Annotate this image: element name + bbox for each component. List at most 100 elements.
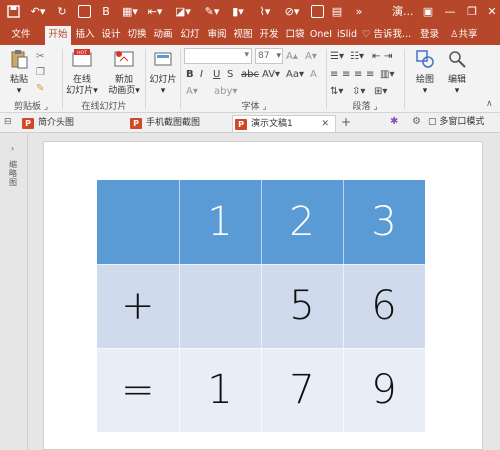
draw-button[interactable]: 绘图 ▾ (408, 49, 442, 97)
highlight-icon[interactable]: aby▾ (214, 85, 237, 98)
tab-transitions[interactable]: 切换 (125, 26, 149, 43)
expand-icon[interactable]: › (11, 144, 14, 153)
slide-table[interactable]: 1 2 3 + 5 6 = 1 7 9 (97, 180, 426, 433)
format-painter-icon[interactable]: ✎ (36, 83, 49, 94)
restore-icon[interactable]: ❐ (462, 2, 482, 21)
underline-icon[interactable]: U (213, 68, 220, 81)
minimize-icon[interactable]: — (440, 2, 460, 21)
more-icon[interactable]: » (352, 3, 366, 20)
tab-pocket[interactable]: 口袋 (283, 26, 307, 43)
online-slide-button[interactable]: HOT 在线 幻灯片▾ (64, 49, 100, 97)
settings-icon[interactable]: ⚙ (412, 116, 425, 127)
fill-icon[interactable]: ◪▾ (172, 3, 194, 20)
bullets-icon[interactable]: ☰▾ (330, 50, 344, 63)
tab-insert[interactable]: 插入 (73, 26, 97, 43)
multi-window-toggle[interactable]: ▢ 多窗口模式 (428, 116, 484, 129)
tab-developer[interactable]: 开发 (257, 26, 281, 43)
align-icon[interactable]: ⇤▾ (145, 3, 165, 20)
layout-icon[interactable]: ▤ (330, 3, 344, 20)
tab-file[interactable]: 文件 (8, 26, 34, 43)
save-icon[interactable] (6, 3, 20, 20)
table-row: = 1 7 9 (97, 348, 426, 433)
table-cell[interactable]: 1 (179, 180, 262, 265)
copy-icon[interactable]: ❐ (36, 67, 49, 78)
font-color-icon[interactable]: A▾ (186, 85, 198, 98)
slides-button[interactable]: 幻灯片 ▾ (148, 49, 178, 97)
tab-slideshow[interactable]: 幻灯片 (177, 26, 203, 57)
strikethrough-icon[interactable]: abc (241, 68, 259, 81)
justify-icon[interactable]: ≡ (366, 68, 374, 81)
shape-icon[interactable]: ▮▾ (228, 3, 248, 20)
redo-icon[interactable]: ↻ (55, 3, 69, 20)
table-cell[interactable]: 1 (179, 348, 262, 433)
align-left-icon[interactable]: ≡ (330, 68, 338, 81)
tab-review[interactable]: 审阅 (205, 26, 229, 43)
font-size-combo[interactable]: 87 ▾ (255, 48, 283, 64)
bold-icon[interactable]: B (186, 68, 194, 81)
grow-font-icon[interactable]: A▴ (286, 50, 298, 63)
table-cell[interactable]: + (97, 264, 180, 349)
align-right-icon[interactable]: ≡ (354, 68, 362, 81)
tab-list-icon[interactable]: ⊟ (4, 117, 17, 128)
slide-canvas[interactable]: 1 2 3 + 5 6 = 1 7 9 (43, 141, 483, 450)
picture-icon[interactable] (310, 3, 324, 20)
text-direction-icon[interactable]: ⇅▾ (330, 85, 343, 98)
font-name-combo[interactable]: ▾ (184, 48, 252, 64)
clear-format-icon[interactable]: A (310, 68, 317, 81)
numbering-icon[interactable]: ☷▾ (350, 50, 364, 63)
table-cell[interactable]: 3 (343, 180, 426, 265)
format-icon[interactable]: B (97, 3, 115, 20)
login-button[interactable]: 登录 (420, 26, 439, 43)
tab-design[interactable]: 设计 (99, 26, 123, 43)
table-cell[interactable] (97, 180, 180, 265)
table-cell[interactable]: 5 (261, 264, 344, 349)
start-from-beginning-icon[interactable] (77, 3, 91, 20)
shrink-font-icon[interactable]: A▾ (305, 50, 317, 63)
indent-icon[interactable]: ⇤ (372, 50, 380, 63)
tab-islide[interactable]: iSlid (335, 26, 359, 43)
new-tab-icon[interactable]: + (341, 115, 354, 129)
tab-animations[interactable]: 动画 (151, 26, 175, 43)
tell-me-box[interactable]: ♡ 告诉我... (362, 26, 411, 43)
close-tab-icon[interactable]: ✕ (321, 116, 329, 133)
align-text-icon[interactable]: ⇳▾ (352, 85, 365, 98)
brush-icon[interactable]: ⌇▾ (255, 3, 275, 20)
table-row: + 5 6 (97, 264, 426, 349)
doc-tab[interactable]: P 简介头图 (20, 115, 120, 132)
italic-icon[interactable]: I (200, 68, 203, 81)
collapse-ribbon-icon[interactable]: ∧ (486, 99, 499, 110)
shadow-icon[interactable]: S (227, 68, 233, 81)
table-cell[interactable]: 6 (343, 264, 426, 349)
cut-icon[interactable]: ✂ (36, 51, 49, 62)
table-cell[interactable]: 2 (261, 180, 344, 265)
paint-icon[interactable]: ✎▾ (202, 3, 222, 20)
share-button[interactable]: ♙共享 (448, 25, 478, 44)
table-cell[interactable] (179, 264, 262, 349)
find-icon (449, 51, 466, 68)
table-cell[interactable]: = (97, 348, 180, 433)
close-icon[interactable]: ✕ (482, 2, 500, 21)
columns-icon[interactable]: ▥▾ (380, 68, 394, 81)
align-center-icon[interactable]: ≡ (342, 68, 350, 81)
table-icon[interactable]: ▦▾ (120, 3, 140, 20)
paste-button[interactable]: 粘贴 ▾ (6, 49, 32, 97)
tab-onenote[interactable]: OneI (309, 26, 333, 43)
tab-view[interactable]: 视图 (231, 26, 255, 43)
plugin-icon[interactable]: ✱ (390, 116, 403, 127)
table-cell[interactable]: 7 (261, 348, 344, 433)
change-case-icon[interactable]: Aa▾ (286, 68, 304, 81)
ribbon-display-icon[interactable]: ▣ (418, 2, 438, 21)
outdent-icon[interactable]: ⇥ (384, 50, 392, 63)
thumbnail-pane[interactable]: › 缩略图 (0, 134, 28, 450)
table-cell[interactable]: 9 (343, 348, 426, 433)
edit-button[interactable]: 编辑 ▾ (442, 49, 472, 97)
doc-tab-active[interactable]: P 演示文稿1 ✕ (232, 115, 336, 132)
circle-icon[interactable]: ⊘▾ (282, 3, 302, 20)
char-spacing-icon[interactable]: AV▾ (262, 68, 280, 81)
new-animation-button[interactable]: 新加 动画页▾ (106, 49, 142, 97)
table-row: 1 2 3 (97, 180, 426, 265)
doc-tab[interactable]: P 手机截图截图 (128, 115, 232, 132)
undo-icon[interactable]: ↶▾ (27, 3, 49, 20)
smartart-icon[interactable]: ⊞▾ (374, 85, 387, 98)
tab-home[interactable]: 开始 (45, 26, 71, 45)
